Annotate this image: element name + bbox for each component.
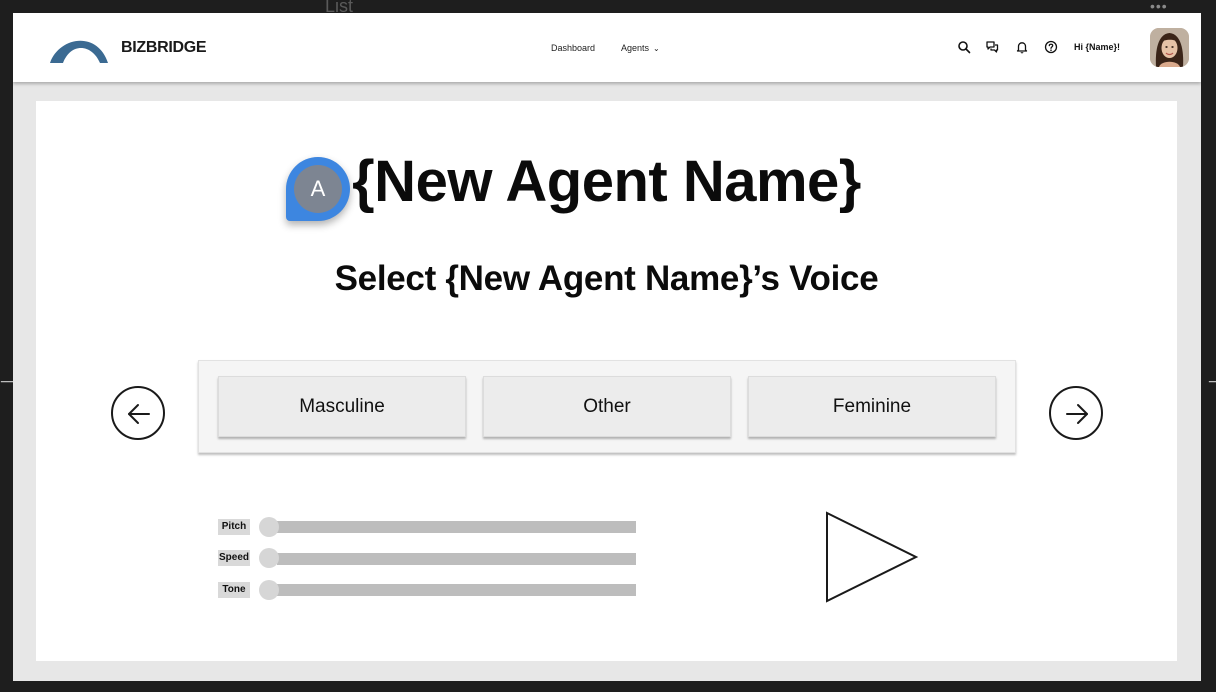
- pitch-slider-track[interactable]: [277, 521, 636, 533]
- app-frame: BIZBRIDGE Dashboard Agents⌄ Hi {Name}!: [13, 13, 1201, 681]
- voice-option-other[interactable]: Other: [483, 376, 731, 437]
- arrow-right-icon: [1066, 404, 1088, 424]
- agent-name-title: {New Agent Name}: [352, 149, 861, 214]
- brand-name: BIZBRIDGE: [121, 39, 207, 56]
- frame-more-icon[interactable]: •••: [1150, 0, 1168, 14]
- arrow-left-icon: [128, 404, 150, 424]
- nav-agents-label: Agents: [621, 43, 650, 53]
- user-avatar[interactable]: [1150, 28, 1189, 67]
- top-navbar: BIZBRIDGE Dashboard Agents ⌄ Hi {Name}!: [13, 13, 1201, 82]
- pitch-label: Pitch: [218, 519, 250, 535]
- search-icon[interactable]: [957, 40, 971, 54]
- nav-dashboard[interactable]: Dashboard: [551, 43, 595, 53]
- bell-icon[interactable]: [1015, 40, 1029, 54]
- next-button[interactable]: [1049, 386, 1103, 440]
- comment-pin[interactable]: A: [286, 157, 350, 221]
- voice-options-panel: Masculine Other Feminine: [198, 360, 1016, 453]
- help-icon[interactable]: [1044, 40, 1058, 54]
- tone-label: Tone: [218, 582, 250, 598]
- prototype-connector-right-icon: ⟶: [1208, 373, 1216, 390]
- nav-agents[interactable]: Agents ⌄: [621, 43, 660, 53]
- speed-label: Speed: [218, 550, 250, 566]
- voice-option-feminine[interactable]: Feminine: [748, 376, 996, 437]
- voice-option-masculine[interactable]: Masculine: [218, 376, 466, 437]
- tone-slider-track[interactable]: [277, 584, 636, 596]
- agent-voice-card: {New Agent Name} A Select {New Agent Nam…: [36, 101, 1177, 661]
- speed-slider-track[interactable]: [277, 553, 636, 565]
- pitch-slider-thumb[interactable]: [259, 517, 279, 537]
- play-icon[interactable]: [824, 510, 920, 604]
- voice-selection-heading: Select {New Agent Name}’s Voice: [334, 259, 879, 298]
- tone-slider-thumb[interactable]: [259, 580, 279, 600]
- previous-button[interactable]: [111, 386, 165, 440]
- chevron-down-icon: ⌄: [653, 44, 660, 53]
- user-greeting: Hi {Name}!: [1074, 42, 1121, 52]
- user-photo: [1150, 28, 1189, 67]
- comment-author-initial: A: [294, 165, 342, 213]
- speed-slider-thumb[interactable]: [259, 548, 279, 568]
- bridge-logo-icon: [50, 40, 108, 63]
- chat-icon[interactable]: [985, 40, 999, 54]
